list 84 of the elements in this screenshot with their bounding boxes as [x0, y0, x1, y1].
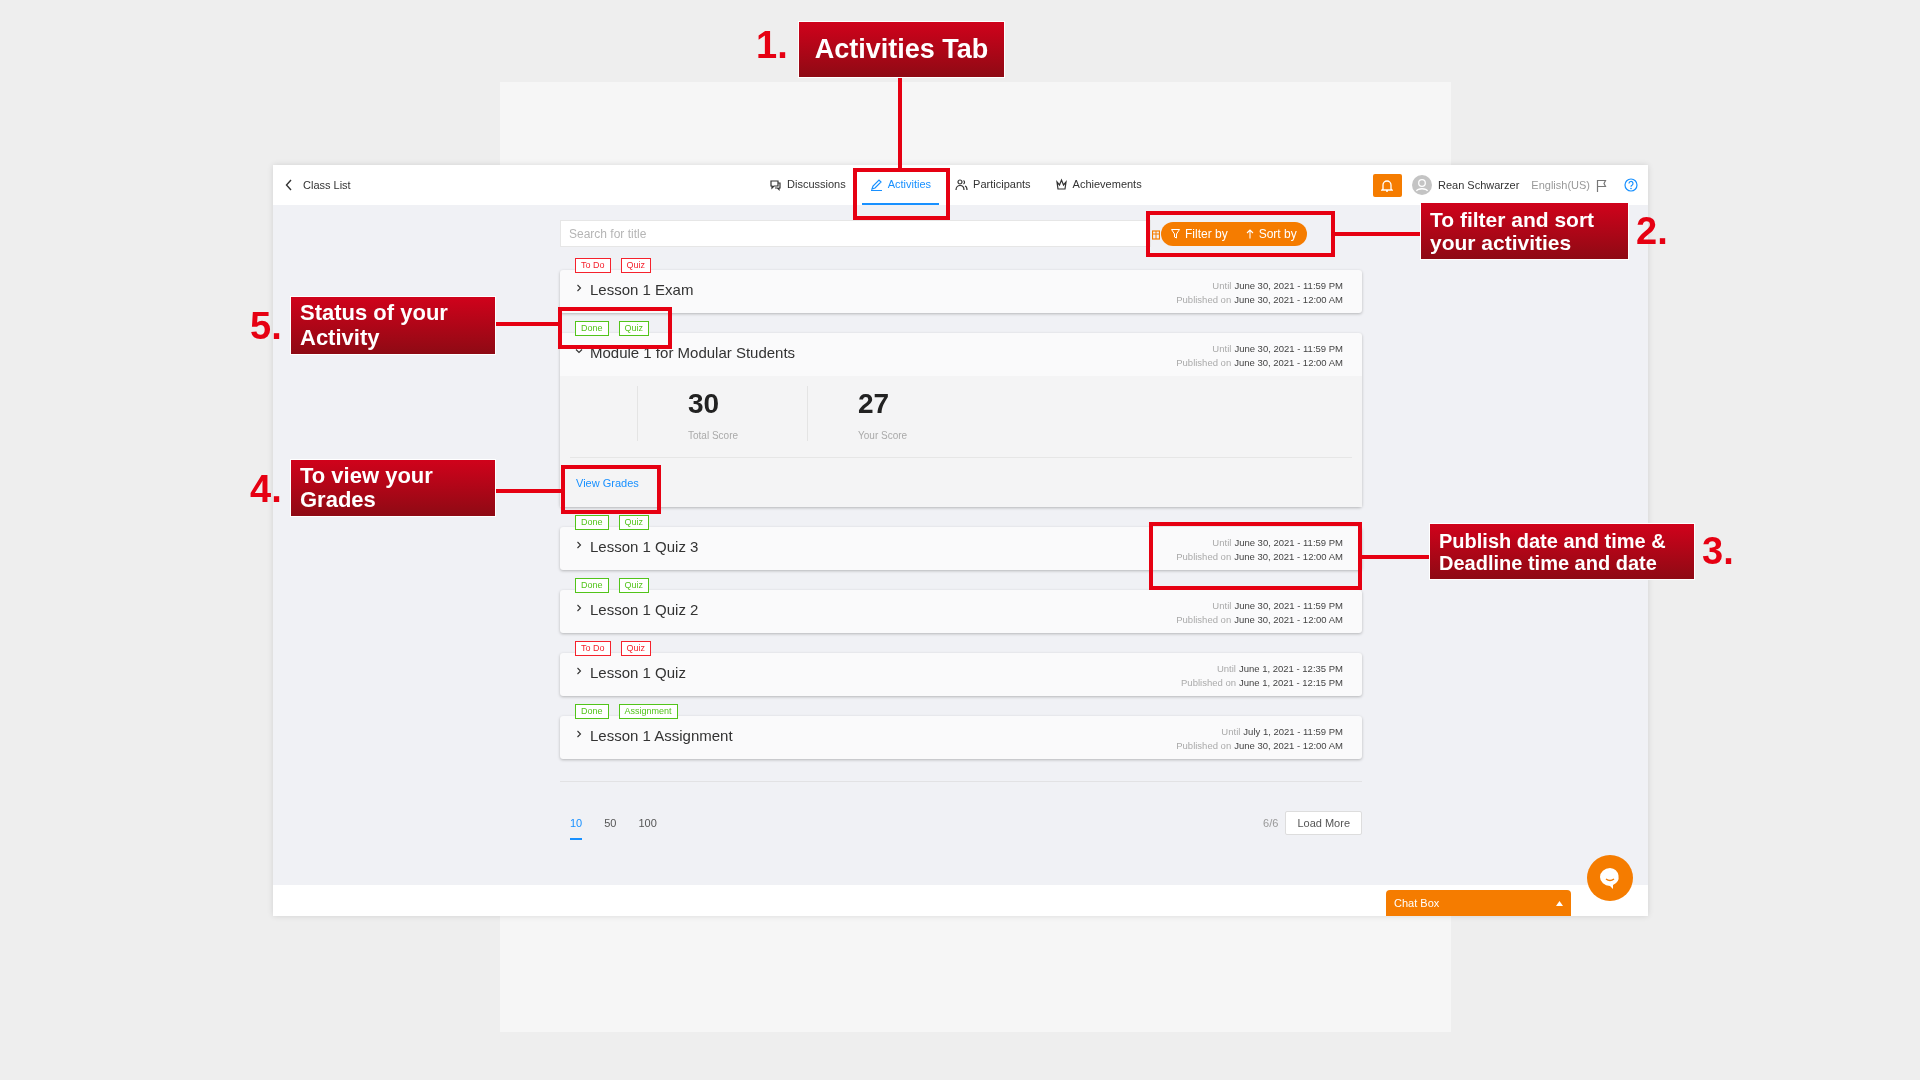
status-tag: Quiz — [618, 515, 650, 530]
status-tag: Quiz — [618, 321, 650, 336]
date-label: Until — [1212, 537, 1232, 548]
date-value: June 30, 2021 - 11:59 PM — [1234, 280, 1343, 291]
date-value: June 30, 2021 - 12:00 AM — [1234, 614, 1343, 625]
pencil-icon — [869, 177, 883, 191]
callout-label: Status of your Activity — [290, 296, 496, 355]
step-number: 3. — [1702, 530, 1734, 573]
chat-bubble-icon[interactable] — [1587, 855, 1633, 901]
step-number: 4. — [250, 468, 282, 511]
callout-label: Activities Tab — [798, 21, 1005, 78]
score-value: 27 — [858, 388, 891, 420]
date-value: June 30, 2021 - 11:59 PM — [1234, 343, 1343, 354]
user-name[interactable]: Rean Schwarzer — [1438, 179, 1520, 191]
date-value: June 30, 2021 - 12:00 AM — [1234, 357, 1343, 368]
status-tag: To Do — [575, 641, 611, 656]
nav-tab[interactable]: Participants — [947, 165, 1039, 205]
page-size-option[interactable]: 50 — [604, 817, 617, 840]
notification-button[interactable] — [1373, 173, 1402, 197]
activity-title[interactable]: Lesson 1 Quiz 2 — [590, 601, 699, 618]
score-label: Your Score — [858, 430, 909, 441]
chat-bubbles-icon — [769, 177, 782, 191]
crown-icon — [1054, 177, 1068, 191]
date-value: June 1, 2021 - 12:15 PM — [1238, 677, 1343, 688]
status-tag: Quiz — [620, 258, 652, 273]
status-tag: Quiz — [618, 578, 650, 593]
date-value: June 30, 2021 - 12:00 AM — [1234, 294, 1343, 305]
date-label: Until — [1216, 663, 1236, 674]
calendar-icon — [1152, 227, 1160, 240]
step-number: 1. — [756, 24, 788, 67]
status-tag: To Do — [575, 258, 611, 273]
date-label: Published on — [1176, 294, 1232, 305]
step-number: 2. — [1636, 210, 1668, 253]
date-value: June 30, 2021 - 12:00 AM — [1234, 551, 1343, 562]
up-arrow-icon — [1245, 228, 1254, 239]
date-label: Published on — [1176, 740, 1232, 751]
filter-icon — [1171, 228, 1180, 239]
activity-title[interactable]: Lesson 1 Quiz — [590, 664, 686, 681]
date-value: June 30, 2021 - 11:59 PM — [1234, 600, 1343, 611]
status-tag: Done — [575, 321, 609, 336]
date-label: Until — [1221, 726, 1241, 737]
status-tag: Done — [575, 704, 609, 719]
nav-tab[interactable]: Achievements — [1046, 165, 1150, 205]
date-value: June 30, 2021 - 12:00 AM — [1234, 740, 1343, 751]
flag-icon — [1596, 178, 1608, 192]
status-tag: Quiz — [620, 641, 652, 656]
activity-title[interactable]: Lesson 1 Quiz 3 — [590, 538, 699, 555]
date-value: June 30, 2021 - 11:59 PM — [1234, 537, 1343, 548]
caret-up-icon — [1556, 900, 1563, 906]
status-tag: Assignment — [618, 704, 678, 719]
step-number: 5. — [250, 305, 282, 348]
date-label: Until — [1212, 343, 1232, 354]
chevron-right-icon[interactable] — [575, 730, 583, 738]
bell-icon — [1381, 178, 1394, 192]
status-tag: Done — [575, 515, 609, 530]
chevron-right-icon[interactable] — [575, 284, 583, 292]
score-value: 30 — [688, 388, 721, 420]
date-label: Published on — [1176, 614, 1232, 625]
chevron-down-icon[interactable] — [575, 347, 583, 355]
date-label: Published on — [1176, 551, 1232, 562]
back-link[interactable]: Class List — [285, 179, 351, 191]
date-value: July 1, 2021 - 11:59 PM — [1243, 726, 1343, 737]
chevron-right-icon[interactable] — [575, 541, 583, 549]
item-count: 6/6 — [1263, 817, 1279, 829]
callout-label: To filter and sort your activities — [1420, 202, 1629, 260]
date-label: Until — [1212, 600, 1232, 611]
search-field[interactable]: Search for title — [560, 220, 1151, 247]
date-value: June 1, 2021 - 12:35 PM — [1238, 663, 1343, 674]
load-more-button[interactable]: Load More — [1285, 811, 1362, 835]
date-label: Published on — [1176, 357, 1232, 368]
help-icon[interactable] — [1624, 178, 1638, 192]
chevron-right-icon[interactable] — [575, 604, 583, 612]
status-tag: Done — [575, 578, 609, 593]
callout-label: To view your Grades — [290, 459, 496, 518]
activity-title[interactable]: Lesson 1 Assignment — [590, 727, 733, 744]
people-icon — [955, 177, 969, 191]
date-label: Until — [1212, 280, 1232, 291]
nav-tab[interactable]: Discussions — [761, 165, 854, 205]
callout-label: Publish date and time & Deadline time and date — [1429, 523, 1695, 580]
date-label: Published on — [1181, 677, 1236, 688]
page-size-option[interactable]: 100 — [638, 817, 657, 840]
chevron-right-icon[interactable] — [575, 667, 583, 675]
activity-title[interactable]: Lesson 1 Exam — [590, 281, 694, 298]
score-label: Total Score — [688, 430, 740, 441]
